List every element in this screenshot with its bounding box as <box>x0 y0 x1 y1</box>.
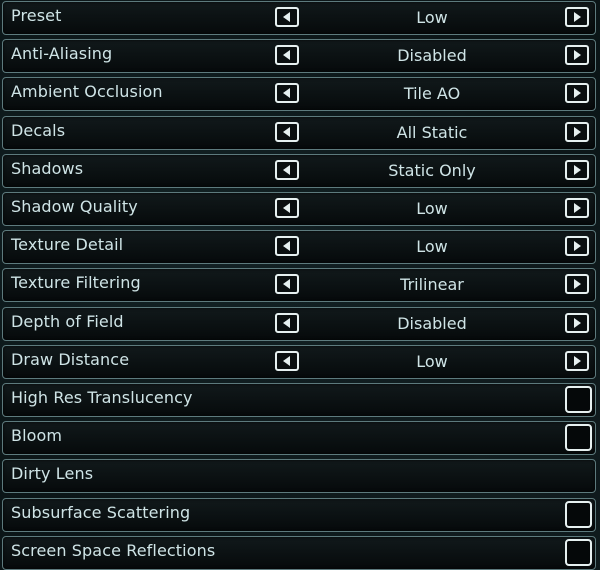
setting-label-texture-filtering: Texture Filtering <box>11 273 141 293</box>
setting-row-preset: Preset Low <box>2 1 596 35</box>
checkbox-screen-space-reflections[interactable] <box>565 538 592 566</box>
triangle-right-icon <box>574 164 581 175</box>
setting-row-subsurface-scattering: Subsurface Scattering <box>2 497 596 532</box>
setting-label-high-res-translucency: High Res Translucency <box>11 388 193 407</box>
triangle-left-icon <box>283 126 290 137</box>
setting-row-screen-space-reflections: Screen Space Reflections <box>2 535 596 570</box>
setting-label-bloom: Bloom <box>11 426 63 446</box>
triangle-left-icon <box>283 355 290 366</box>
triangle-left-icon <box>283 88 290 99</box>
triangle-left-icon <box>283 279 290 290</box>
setting-row-ambient-occlusion: Ambient Occlusion Tile AO <box>2 77 596 112</box>
setting-row-depth-of-field: Depth of Field Disabled <box>2 306 596 341</box>
graphics-settings-panel: Preset Low Anti-Aliasing Disabled Ambient Oc… <box>0 0 600 570</box>
triangle-left-icon <box>283 164 290 175</box>
checkbox-high-res-translucency[interactable] <box>565 386 592 413</box>
previous-button-ambient-occlusion[interactable] <box>275 83 299 104</box>
triangle-right-icon <box>574 12 581 22</box>
next-button-texture-filtering[interactable] <box>565 274 589 295</box>
setting-value-decals: All Static <box>396 122 468 142</box>
triangle-right-icon <box>574 88 581 99</box>
next-button-preset[interactable] <box>565 7 589 27</box>
triangle-right-icon <box>574 50 581 61</box>
setting-row-texture-detail: Texture Detail Low <box>2 230 596 265</box>
setting-row-texture-filtering: Texture Filtering Trilinear <box>2 268 596 303</box>
previous-button-decals[interactable] <box>275 121 299 142</box>
triangle-right-icon <box>574 203 581 213</box>
previous-button-texture-detail[interactable] <box>275 236 299 257</box>
triangle-right-icon <box>574 241 581 252</box>
setting-value-preset: Low <box>416 8 448 27</box>
next-button-ambient-occlusion[interactable] <box>565 83 589 104</box>
next-button-decals[interactable] <box>565 121 589 142</box>
setting-row-decals: Decals All Static <box>2 115 596 150</box>
triangle-right-icon <box>574 279 581 290</box>
next-button-depth-of-field[interactable] <box>565 312 589 333</box>
setting-value-depth-of-field: Disabled <box>397 313 467 333</box>
setting-value-shadow-quality: Low <box>416 199 448 218</box>
setting-value-draw-distance: Low <box>416 351 448 371</box>
setting-label-anti-aliasing: Anti-Aliasing <box>11 44 113 64</box>
setting-value-ambient-occlusion: Tile AO <box>403 84 461 104</box>
triangle-left-icon <box>283 50 290 61</box>
setting-label-screen-space-reflections: Screen Space Reflections <box>11 540 216 560</box>
setting-label-dirty-lens: Dirty Lens <box>11 464 94 484</box>
setting-label-decals: Decals <box>11 120 66 140</box>
setting-label-texture-detail: Texture Detail <box>11 235 124 255</box>
setting-label-ambient-occlusion: Ambient Occlusion <box>11 82 163 102</box>
setting-value-texture-detail: Low <box>416 237 448 257</box>
triangle-left-icon <box>283 241 290 252</box>
setting-row-draw-distance: Draw Distance Low <box>2 344 596 379</box>
previous-button-anti-aliasing[interactable] <box>275 45 299 66</box>
triangle-right-icon <box>574 355 581 366</box>
previous-button-preset[interactable] <box>275 7 299 27</box>
triangle-left-icon <box>283 317 290 328</box>
setting-label-preset: Preset <box>11 6 62 25</box>
next-button-shadows[interactable] <box>565 159 589 180</box>
previous-button-draw-distance[interactable] <box>275 350 299 371</box>
triangle-right-icon <box>574 126 581 137</box>
next-button-draw-distance[interactable] <box>565 350 589 371</box>
setting-label-shadow-quality: Shadow Quality <box>11 197 138 216</box>
setting-row-dirty-lens: Dirty Lens <box>2 459 596 494</box>
triangle-left-icon <box>283 12 290 22</box>
setting-value-shadows: Static Only <box>388 160 476 180</box>
setting-label-depth-of-field: Depth of Field <box>11 311 124 331</box>
triangle-right-icon <box>574 317 581 328</box>
triangle-left-icon <box>283 203 290 213</box>
setting-label-shadows: Shadows <box>11 158 84 178</box>
setting-label-draw-distance: Draw Distance <box>11 349 130 369</box>
setting-row-shadow-quality: Shadow Quality Low <box>2 192 596 226</box>
next-button-shadow-quality[interactable] <box>565 198 589 218</box>
setting-row-anti-aliasing: Anti-Aliasing Disabled <box>2 39 596 74</box>
checkbox-subsurface-scattering[interactable] <box>565 500 592 528</box>
next-button-anti-aliasing[interactable] <box>565 45 589 66</box>
setting-row-shadows: Shadows Static Only <box>2 153 596 188</box>
setting-value-anti-aliasing: Disabled <box>397 46 467 66</box>
setting-value-texture-filtering: Trilinear <box>400 275 464 295</box>
previous-button-texture-filtering[interactable] <box>275 274 299 295</box>
setting-label-subsurface-scattering: Subsurface Scattering <box>11 502 191 522</box>
next-button-texture-detail[interactable] <box>565 236 589 257</box>
setting-row-bloom: Bloom <box>2 421 596 456</box>
setting-row-high-res-translucency: High Res Translucency <box>2 383 596 417</box>
previous-button-shadow-quality[interactable] <box>275 198 299 218</box>
checkbox-bloom[interactable] <box>565 424 592 452</box>
previous-button-depth-of-field[interactable] <box>275 312 299 333</box>
previous-button-shadows[interactable] <box>275 159 299 180</box>
